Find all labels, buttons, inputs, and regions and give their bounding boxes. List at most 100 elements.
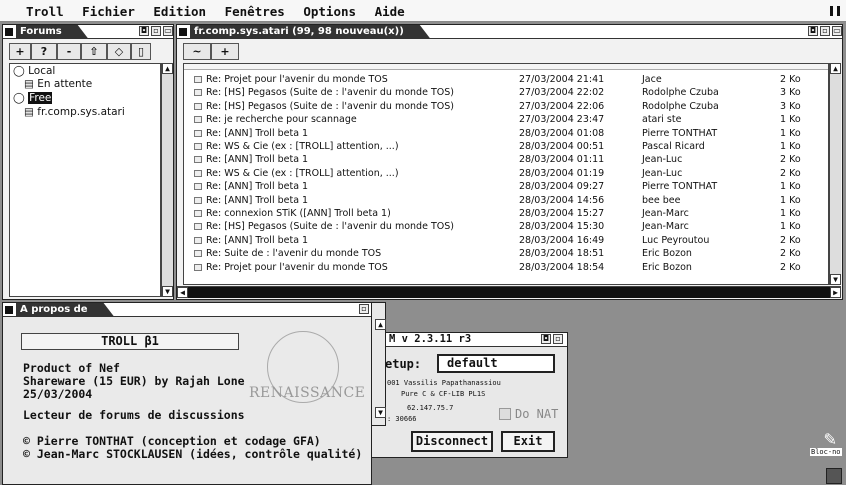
tree-item-fr-comp-sys-atari[interactable]: ▤ fr.comp.sys.atari <box>24 106 125 118</box>
scroll-down-icon[interactable]: ▼ <box>830 274 841 285</box>
message-icon <box>194 196 202 204</box>
scroll-down-icon[interactable]: ▼ <box>375 407 386 418</box>
table-row[interactable]: Re: connexion STiK ([ANN] Troll beta 1) 2… <box>184 208 828 219</box>
message-date: 28/03/2004 15:27 <box>519 208 605 219</box>
message-date: 28/03/2004 01:08 <box>519 127 605 139</box>
message-icon <box>194 102 202 110</box>
close-icon[interactable] <box>179 28 187 36</box>
message-date: 27/03/2004 22:06 <box>519 100 605 112</box>
table-row[interactable]: Re: [HS] Pegasos (Suite de : l'avenir du… <box>184 101 828 112</box>
iconify-icon[interactable]: ◘ <box>139 26 149 36</box>
system-pause-icon[interactable] <box>830 6 840 16</box>
message-icon <box>194 223 202 231</box>
credit-line-2: © Jean-Marc STOCKLAUSEN (idées, contrôle… <box>23 447 363 461</box>
desktop-icon-bloc-notes[interactable]: ✎ Bloc-no <box>806 424 846 464</box>
trash-icon[interactable]: ▯ <box>131 43 151 60</box>
settings-icon[interactable]: ◇ <box>107 43 131 60</box>
message-author: Eric Bozon <box>642 248 692 260</box>
table-row[interactable]: Re: [HS] Pegasos (Suite de : l'avenir du… <box>184 87 828 98</box>
scroll-right-icon[interactable]: ▶ <box>830 287 841 298</box>
message-date: 27/03/2004 23:47 <box>519 114 605 126</box>
disconnect-button[interactable]: Disconnect <box>411 431 493 452</box>
add-forum-button[interactable]: + <box>9 43 31 60</box>
new-message-button[interactable]: + <box>211 43 239 60</box>
do-nat-label: Do NAT <box>515 407 559 421</box>
setup-select[interactable]: default <box>437 354 555 373</box>
message-icon <box>194 76 202 83</box>
product-line: Product of Nef <box>23 361 120 375</box>
message-subject: Re: Projet pour l'avenir du monde TOS <box>206 74 388 85</box>
forums-titlebar[interactable]: Forums ◘ ▫ ▭ <box>3 25 173 39</box>
message-icon <box>194 169 202 177</box>
message-date: 28/03/2004 16:49 <box>519 234 605 246</box>
connection-titlebar[interactable]: M v 2.3.11 r3 ◘ ▫ <box>361 333 567 347</box>
iconify-icon[interactable]: ◘ <box>808 26 818 36</box>
scroll-up-icon[interactable]: ▲ <box>375 319 386 330</box>
scroll-up-icon[interactable]: ▲ <box>162 63 173 74</box>
fullscreen-icon[interactable]: ▫ <box>151 26 161 36</box>
table-row[interactable]: Re: Projet pour l'avenir du monde TOS 28/… <box>184 262 828 273</box>
menu-options[interactable]: Options <box>303 4 356 19</box>
message-date: 28/03/2004 14:56 <box>519 194 605 206</box>
message-size: 2 Ko <box>780 167 801 179</box>
help-button[interactable]: ? <box>31 43 57 60</box>
close-icon[interactable] <box>5 28 13 36</box>
table-row[interactable]: Re: [ANN] Troll beta 1 28/03/2004 09:27 Pi… <box>184 181 828 192</box>
window-arrow-icon[interactable]: ▭ <box>163 26 173 36</box>
tree-item-free[interactable]: ◯ Free <box>13 92 53 104</box>
menu-fenetres[interactable]: Fenêtres <box>225 4 285 19</box>
menu-fichier[interactable]: Fichier <box>82 4 135 19</box>
message-icon <box>194 236 202 244</box>
fullscreen-icon[interactable]: ▫ <box>359 304 369 314</box>
table-row[interactable]: Re: [ANN] Troll beta 1 28/03/2004 14:56 be… <box>184 195 828 206</box>
fullscreen-icon[interactable]: ▫ <box>820 26 830 36</box>
menu-edition[interactable]: Edition <box>153 4 206 19</box>
about-window: A propos de ▫ TROLL β1 RENAISSANCE Produ… <box>2 302 372 485</box>
table-row[interactable]: Re: [ANN] Troll beta 1 28/03/2004 01:11 Je… <box>184 154 828 165</box>
table-row[interactable]: Re: WS & Cie (ex : [TROLL] attention, ..… <box>184 168 828 179</box>
table-row[interactable]: Re: Suite de : l'avenir du monde TOS 28/0… <box>184 248 828 259</box>
iconify-icon[interactable]: ◘ <box>541 334 551 344</box>
message-size: 2 Ko <box>780 261 801 273</box>
forums-scrollbar[interactable]: ▲ ▼ <box>161 63 173 297</box>
message-list-window: fr.comp.sys.atari (99, 98 nouveau(x)) ◘ … <box>176 24 843 300</box>
window-arrow-icon[interactable]: ▭ <box>832 26 842 36</box>
message-icon <box>194 183 202 191</box>
message-size: 2 Ko <box>780 74 801 85</box>
ip-address: 62.147.75.7 <box>407 404 454 412</box>
table-row[interactable]: Re: [ANN] Troll beta 1 28/03/2004 16:49 Lu… <box>184 235 828 246</box>
menu-aide[interactable]: Aide <box>375 4 405 19</box>
message-author: Jean-Marc <box>642 221 689 233</box>
desktop-icon-partial[interactable] <box>826 468 842 484</box>
table-row[interactable]: Re: WS & Cie (ex : [TROLL] attention, ..… <box>184 141 828 152</box>
message-list-hscrollbar[interactable]: ◀ ▶ <box>177 286 841 298</box>
close-icon[interactable] <box>5 306 13 314</box>
scroll-down-icon[interactable]: ▼ <box>162 286 173 297</box>
exit-button[interactable]: Exit <box>501 431 555 452</box>
credits-line-1: 001 Vassilis Papathanassiou <box>387 379 501 387</box>
message-list-titlebar[interactable]: fr.comp.sys.atari (99, 98 nouveau(x)) ◘ … <box>177 25 842 39</box>
tree-item-local[interactable]: ◯ Local <box>13 65 55 77</box>
up-arrow-icon[interactable]: ⇧ <box>81 43 107 60</box>
do-nat-checkbox[interactable] <box>499 408 511 420</box>
message-icon <box>194 156 202 164</box>
scroll-left-icon[interactable]: ◀ <box>177 287 188 298</box>
menu-troll[interactable]: Troll <box>26 4 64 19</box>
tree-item-label: fr.comp.sys.atari <box>37 106 125 118</box>
tree-item-en-attente[interactable]: ▤ En attente <box>24 78 92 90</box>
table-row[interactable]: Re: [HS] Pegasos (Suite de : l'avenir du… <box>184 221 828 232</box>
table-row[interactable]: Re: je recherche pour scannage 27/03/2004… <box>184 114 828 125</box>
thread-button[interactable]: ~ <box>183 43 211 60</box>
remove-forum-button[interactable]: - <box>57 43 81 60</box>
table-row[interactable]: Re: [ANN] Troll beta 1 28/03/2004 01:08 Pi… <box>184 128 828 139</box>
message-icon <box>194 143 202 150</box>
about-titlebar[interactable]: A propos de ▫ <box>3 303 371 317</box>
table-row[interactable]: Re: Projet pour l'avenir du monde TOS 27/… <box>184 74 828 85</box>
tree-item-label: Local <box>28 65 56 77</box>
server-icon: ◯ <box>13 65 25 77</box>
scroll-up-icon[interactable]: ▲ <box>830 63 841 74</box>
fullscreen-icon[interactable]: ▫ <box>553 334 563 344</box>
about-window-title: A propos de <box>16 303 114 316</box>
tree-item-label: Free <box>28 92 53 104</box>
message-list-scrollbar[interactable]: ▲ ▼ <box>829 63 841 285</box>
